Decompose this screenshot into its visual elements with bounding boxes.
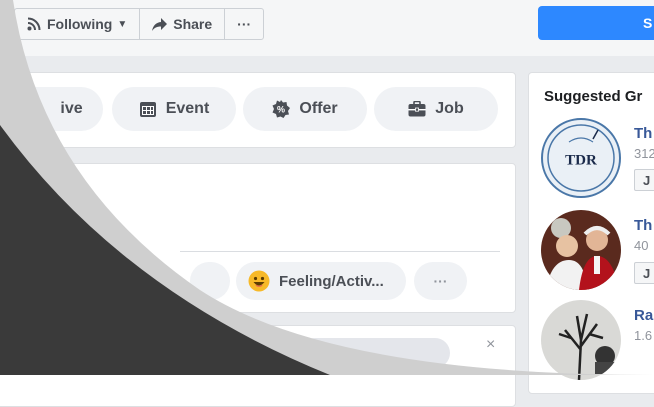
group-name-2[interactable]: Th (634, 217, 652, 234)
join-group-button-1[interactable]: J (634, 169, 654, 191)
job-label: Job (435, 100, 464, 117)
composer-more-label: ··· (433, 273, 448, 289)
share-button[interactable]: Share (140, 9, 226, 39)
calendar-icon (139, 102, 156, 117)
join-label-2: J (643, 265, 651, 281)
more-options-button[interactable]: ··· (225, 9, 263, 39)
close-icon[interactable]: × (486, 336, 495, 354)
couple-photo-icon (541, 210, 621, 290)
offer-label: Offer (299, 100, 338, 117)
feeling-activity-button[interactable]: Feeling/Activ... (236, 262, 406, 300)
smiley-face-icon (248, 270, 270, 292)
join-group-button-2[interactable]: J (634, 262, 654, 284)
tdr-logo-icon: TDR (547, 124, 615, 192)
tree-photo-icon (541, 300, 621, 380)
group-avatar-couple[interactable] (541, 210, 621, 290)
group-members-3: 1.6 (634, 328, 653, 343)
chevron-down-icon: ▼ (117, 18, 128, 30)
following-button[interactable]: Following ▼ (15, 9, 141, 39)
composer-more-button[interactable]: ··· (414, 262, 467, 300)
post-input-field[interactable] (300, 338, 450, 368)
composer-divider (180, 251, 500, 252)
tdr-logo-text: TDR (565, 153, 597, 169)
group-avatar-tdr[interactable]: TDR (541, 118, 621, 198)
group-name-3[interactable]: Ra (634, 307, 653, 324)
following-label: Following (47, 16, 113, 32)
offer-button[interactable]: % Offer (243, 87, 367, 131)
group-name-1[interactable]: Th (634, 125, 652, 142)
event-button[interactable]: Event (112, 87, 236, 131)
page-toolbar: Following ▼ Share ··· S (0, 0, 654, 56)
feeling-activity-label: Feeling/Activ... (279, 272, 384, 290)
live-video-button[interactable]: ive (0, 87, 103, 131)
more-label: ··· (237, 16, 252, 32)
svg-text:%: % (277, 105, 285, 115)
composer-option-partial[interactable] (190, 262, 230, 300)
event-label: Event (165, 100, 210, 117)
join-label-1: J (643, 172, 651, 188)
share-arrow-icon (152, 17, 168, 31)
page-action-group: Following ▼ Share ··· (14, 8, 265, 40)
group-members-1: 312 (634, 146, 654, 161)
primary-header-label: S (643, 15, 653, 31)
share-label: Share (173, 16, 213, 32)
primary-header-button[interactable]: S (538, 6, 654, 40)
group-members-2: 40 (634, 238, 649, 253)
suggested-groups-title: Suggested Gr (544, 88, 643, 105)
offer-tag-icon: % (272, 100, 291, 118)
rss-icon (27, 17, 41, 31)
live-video-label: ive (60, 100, 83, 117)
briefcase-icon (408, 101, 426, 117)
group-avatar-tree[interactable] (541, 300, 621, 380)
job-button[interactable]: Job (374, 87, 498, 131)
